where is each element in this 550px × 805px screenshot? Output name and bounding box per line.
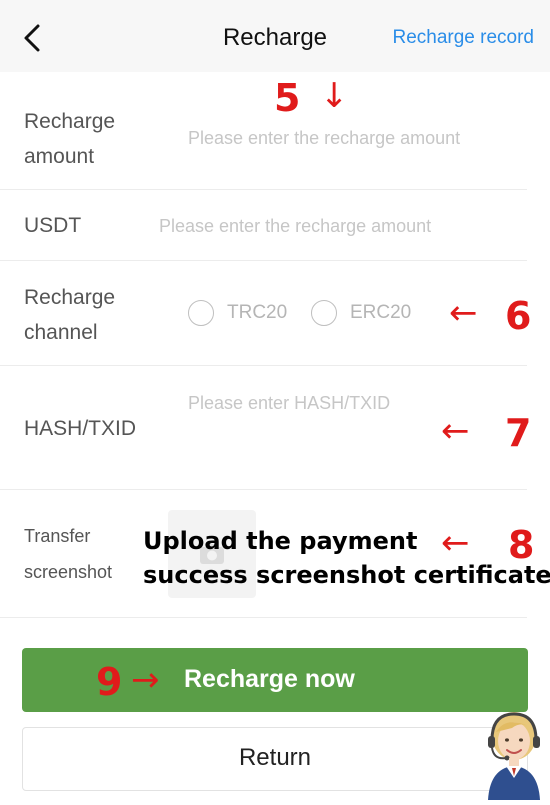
radio-erc20-label: ERC20 xyxy=(350,302,412,323)
return-button[interactable] xyxy=(22,727,528,791)
recharge-amount-input[interactable] xyxy=(188,126,518,150)
annotation-step-8-text-line2: success screenshot certificate xyxy=(143,561,550,589)
transfer-screenshot-label-line1: Transfer xyxy=(24,526,91,546)
divider xyxy=(0,189,527,190)
back-button[interactable] xyxy=(18,20,50,56)
recharge-channel-label: Recharge channel xyxy=(24,280,115,350)
divider xyxy=(0,489,527,490)
top-bar: Recharge Recharge record xyxy=(0,0,550,72)
divider xyxy=(0,617,527,618)
customer-service-agent-icon[interactable] xyxy=(476,706,550,800)
annotation-step-8-text-line1: Upload the payment xyxy=(143,527,418,555)
annotation-step-5-arrow: ↓ xyxy=(320,76,349,116)
recharge-channel-label-line2: channel xyxy=(24,321,98,344)
annotation-step-8-number: 8 xyxy=(508,523,535,567)
radio-trc20-label: TRC20 xyxy=(227,302,288,323)
radio-circle-icon xyxy=(311,300,337,326)
annotation-step-8-arrow: ← xyxy=(441,523,470,563)
annotation-step-6-arrow: ← xyxy=(449,293,478,333)
recharge-amount-label: Recharge amount xyxy=(24,104,115,174)
annotation-step-6-number: 6 xyxy=(505,294,532,338)
recharge-record-link[interactable]: Recharge record xyxy=(392,27,534,49)
transfer-screenshot-label-line2: screenshot xyxy=(24,562,113,582)
annotation-step-9-arrow: → xyxy=(131,660,160,700)
annotation-step-9-number: 9 xyxy=(96,660,123,704)
radio-erc20[interactable]: ERC20 xyxy=(311,300,411,326)
radio-trc20[interactable]: TRC20 xyxy=(188,300,287,326)
divider xyxy=(0,365,527,366)
hash-txid-label: HASH/TXID xyxy=(24,417,137,440)
radio-circle-icon xyxy=(188,300,214,326)
chevron-left-icon xyxy=(24,24,40,52)
transfer-screenshot-label: Transfer screenshot xyxy=(24,518,112,590)
annotation-step-7-arrow: ← xyxy=(441,411,470,451)
usdt-label: USDT xyxy=(24,214,82,237)
recharge-channel-label-line1: Recharge xyxy=(24,286,116,309)
usdt-input[interactable] xyxy=(159,214,519,238)
divider xyxy=(0,260,527,261)
recharge-amount-label-line1: Recharge xyxy=(24,110,116,133)
annotation-step-5-number: 5 xyxy=(274,76,301,120)
recharge-amount-label-line2: amount xyxy=(24,145,95,168)
annotation-step-7-number: 7 xyxy=(505,411,532,455)
